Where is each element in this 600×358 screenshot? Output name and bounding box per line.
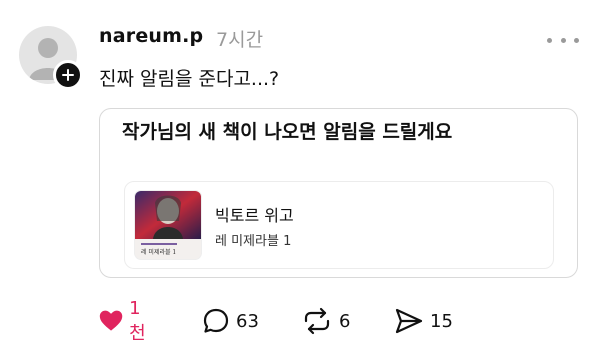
post-text: 진짜 알림을 준다고...? — [99, 68, 280, 90]
avatar-container[interactable] — [19, 26, 83, 90]
more-dot — [574, 37, 579, 43]
quoted-post-title: 작가님의 새 책이 나오면 알림을 드릴게요 — [122, 121, 453, 143]
follow-button[interactable] — [53, 60, 83, 90]
comment-icon — [203, 308, 229, 333]
heart-icon — [99, 310, 123, 331]
share-count: 15 — [430, 310, 453, 332]
book-card[interactable]: 레 미제라블 1 빅토르 위고 레 미제라블 1 — [124, 181, 554, 269]
reply-button[interactable]: 63 — [202, 306, 259, 336]
share-button[interactable]: 15 — [394, 306, 453, 336]
reply-count: 63 — [236, 310, 259, 332]
post-time: 7시간 — [216, 29, 264, 51]
plus-icon — [62, 69, 74, 81]
like-count: 1천 — [129, 297, 146, 344]
more-dot — [560, 37, 566, 43]
cover-title: 레 미제라블 1 — [141, 249, 177, 256]
repost-count: 6 — [339, 310, 351, 332]
book-title: 레 미제라블 1 — [215, 234, 292, 249]
more-dot — [547, 37, 552, 43]
quoted-post-card[interactable]: 작가님의 새 책이 나오면 알림을 드릴게요 레 미제라블 1 빅토르 위고 레… — [99, 108, 578, 278]
repost-button[interactable]: 6 — [301, 306, 350, 336]
like-button[interactable]: 1천 — [99, 298, 152, 344]
book-cover: 레 미제라블 1 — [135, 191, 201, 259]
book-author: 빅토르 위고 — [215, 206, 294, 225]
cover-stripe — [141, 243, 177, 245]
send-icon — [395, 308, 423, 334]
repost-icon — [304, 307, 330, 335]
book-cover-art — [135, 191, 201, 239]
username[interactable]: nareum.p — [99, 25, 203, 47]
more-icon[interactable] — [547, 36, 579, 44]
